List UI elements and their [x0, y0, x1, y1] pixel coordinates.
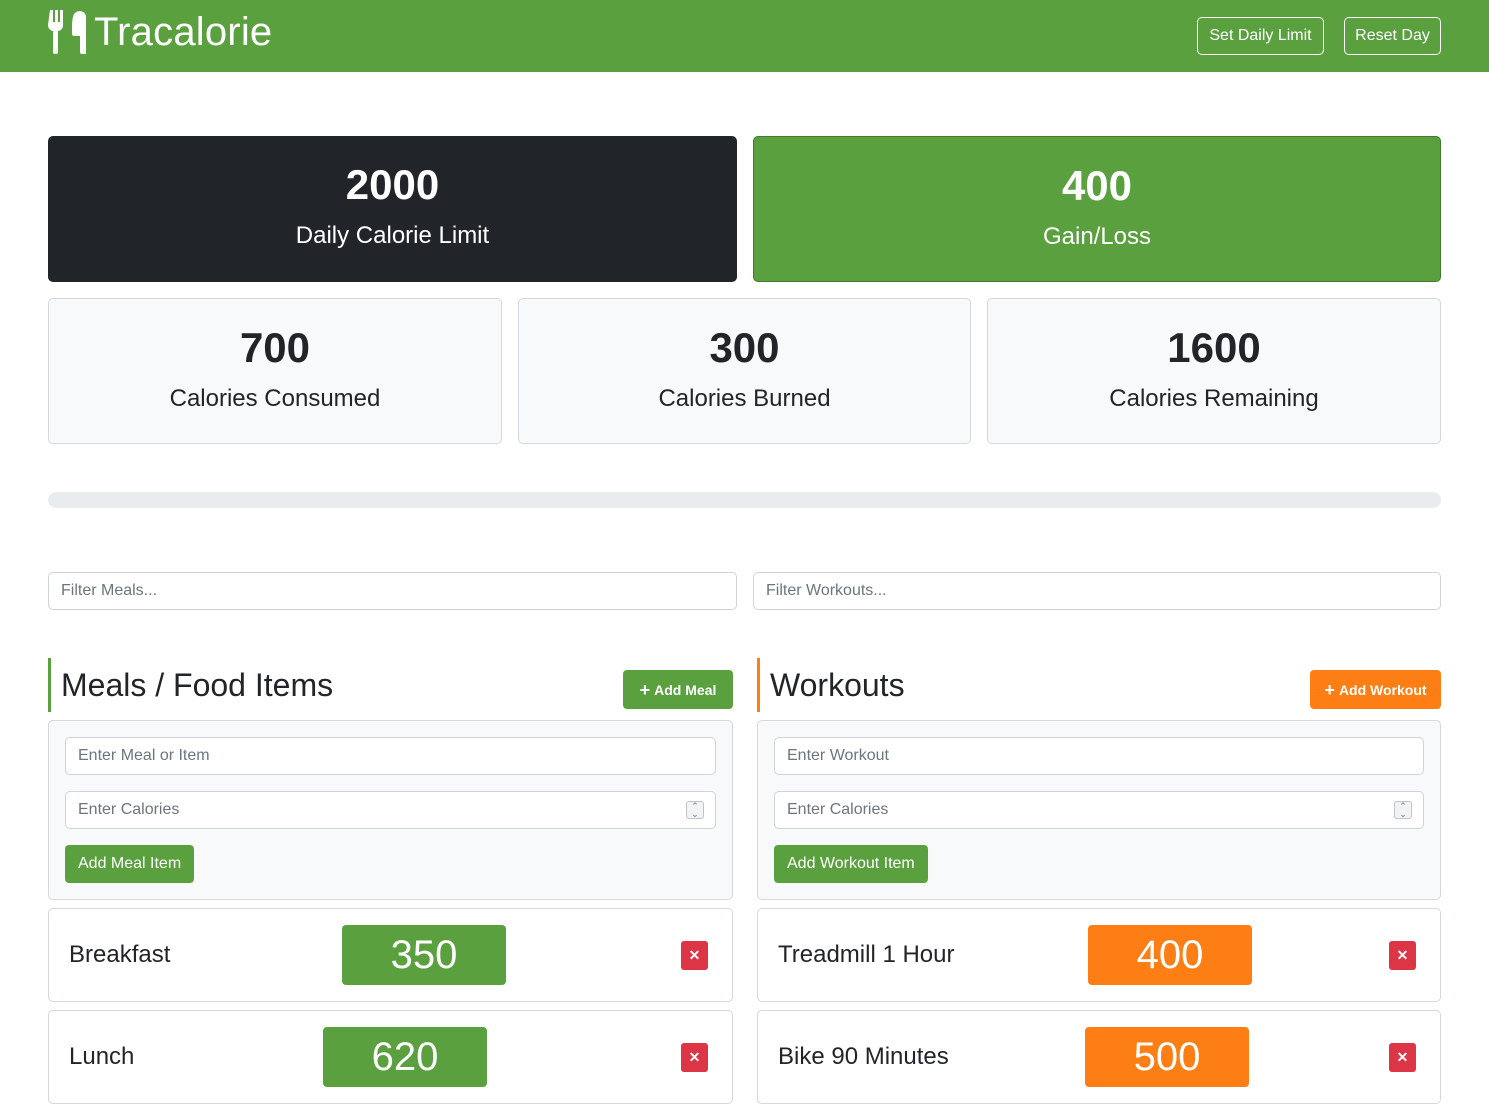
calories-remaining-card: 1600 Calories Remaining [987, 298, 1441, 444]
calories-burned-value: 300 [709, 324, 780, 371]
calories-burned-card: 300 Calories Burned [518, 298, 971, 444]
workout-item-calories: 400 [1088, 925, 1252, 985]
meal-calories-input[interactable] [65, 791, 716, 829]
spinner-icon[interactable]: ⌃ ⌄ [686, 801, 704, 819]
workout-form: ⌃⌄ Add Workout Item [757, 720, 1441, 900]
plus-icon: + [1324, 679, 1335, 700]
meal-name-input[interactable] [65, 737, 716, 775]
plus-icon: + [639, 679, 651, 700]
add-meal-item-button[interactable]: Add Meal Item [65, 845, 195, 883]
workout-item-calories: 500 [1085, 1027, 1249, 1087]
set-daily-limit-button[interactable]: Set Daily Limit [1197, 17, 1324, 55]
gain-loss-value: 400 [1061, 162, 1133, 209]
meal-item: Lunch 620 ✕ [48, 1010, 733, 1104]
add-meal-button[interactable]: + Add Meal [623, 670, 733, 709]
calories-remaining-label: Calories Remaining [1109, 385, 1319, 412]
add-workout-label: Add Workout [1338, 681, 1427, 698]
delete-workout-button[interactable]: ✕ [1389, 941, 1416, 970]
workout-item: Bike 90 Minutes 500 ✕ [757, 1010, 1441, 1104]
brand-title: Tracalorie [94, 9, 273, 54]
close-icon: ✕ [1396, 1049, 1409, 1065]
delete-workout-button[interactable]: ✕ [1389, 1043, 1416, 1072]
gain-loss-label: Gain/Loss [1042, 223, 1152, 250]
calories-burned-label: Calories Burned [658, 385, 831, 412]
meal-item-name: Breakfast [69, 941, 171, 968]
delete-meal-button[interactable]: ✕ [681, 941, 708, 970]
close-icon: ✕ [688, 947, 701, 963]
spinner-icon[interactable]: ⌃ ⌄ [1394, 801, 1412, 819]
workout-item: Treadmill 1 Hour 400 ✕ [757, 908, 1441, 1002]
workout-item-name: Treadmill 1 Hour [778, 941, 955, 968]
workouts-heading: Workouts [757, 658, 905, 712]
workout-item-name: Bike 90 Minutes [778, 1043, 949, 1070]
daily-limit-value: 2000 [345, 161, 440, 208]
filter-meals-input[interactable] [48, 572, 737, 610]
calories-consumed-card: 700 Calories Consumed [48, 298, 502, 444]
brand[interactable]: Tracalorie [48, 8, 272, 56]
navbar: Tracalorie Set Daily Limit Reset Day [0, 0, 1489, 72]
close-icon: ✕ [1396, 947, 1409, 963]
add-meal-label: Add Meal [654, 681, 717, 698]
gain-loss-card: 400 Gain/Loss [753, 136, 1441, 282]
utensils-icon [48, 10, 86, 54]
calories-consumed-value: 700 [239, 324, 311, 371]
meal-form: ⌃⌄ Add Meal Item [48, 720, 733, 900]
meal-item-name: Lunch [69, 1043, 135, 1070]
daily-limit-label: Daily Calorie Limit [295, 222, 490, 249]
workout-calories-input[interactable] [774, 791, 1424, 829]
calorie-progress [48, 492, 1441, 508]
calories-remaining-value: 1600 [1167, 324, 1261, 371]
workout-name-input[interactable] [774, 737, 1424, 775]
close-icon: ✕ [688, 1049, 701, 1065]
meal-item-calories: 620 [323, 1027, 487, 1087]
reset-day-button[interactable]: Reset Day [1344, 17, 1441, 55]
meal-item-calories: 350 [342, 925, 506, 985]
add-workout-item-button[interactable]: Add Workout Item [774, 845, 928, 883]
meal-item: Breakfast 350 ✕ [48, 908, 733, 1002]
daily-limit-card: 2000 Daily Calorie Limit [48, 136, 737, 282]
add-workout-button[interactable]: + Add Workout [1310, 670, 1441, 709]
calories-consumed-label: Calories Consumed [169, 385, 381, 412]
meals-heading: Meals / Food Items [48, 658, 333, 712]
delete-meal-button[interactable]: ✕ [681, 1043, 708, 1072]
filter-workouts-input[interactable] [753, 572, 1441, 610]
